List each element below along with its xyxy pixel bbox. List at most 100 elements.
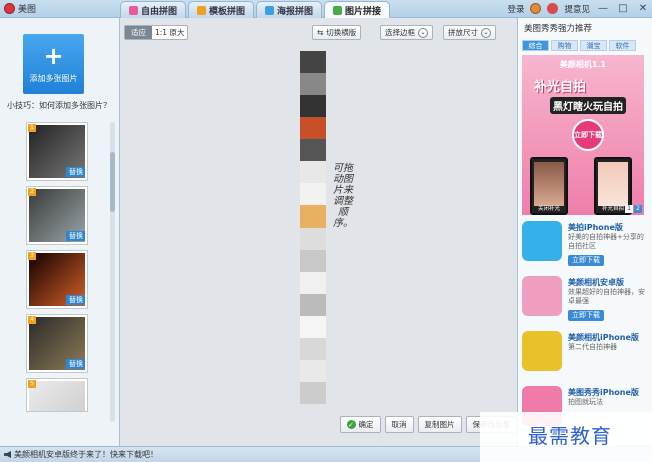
replace-button[interactable]: 替换 [66, 359, 85, 369]
download-button[interactable]: 立即下载 [568, 310, 604, 321]
poster-collage-icon [265, 5, 275, 15]
window-controls: 登录 提意见 — □ ✕ [507, 2, 650, 15]
tip-link[interactable]: 小技巧：如何添加多张图片？ [7, 100, 111, 111]
strip-segment[interactable] [300, 205, 326, 228]
replace-button[interactable]: 替换 [66, 167, 85, 177]
strip-segment[interactable] [300, 95, 326, 118]
image-thumbnail[interactable]: 4 替换 [26, 314, 88, 373]
app-title: 美图 [4, 2, 36, 15]
title-bar: 美图 自由拼图 模板拼图 海报拼图 图片拼接 登录 提意见 — □ ✕ [0, 0, 652, 18]
banner-download-button[interactable]: 立即下载 [572, 119, 604, 151]
strip-segment[interactable] [300, 183, 326, 206]
drag-hint-note: 可拖动图片来调整顺序。 [333, 163, 353, 229]
image-thumbnail[interactable]: 2 替换 [26, 186, 88, 245]
strip-segment[interactable] [300, 315, 326, 338]
login-link[interactable]: 登录 [507, 3, 524, 15]
tab-general[interactable]: 综合 [522, 40, 549, 51]
strip-segment[interactable] [300, 293, 326, 316]
strip-segment[interactable] [300, 381, 326, 404]
border-select-dropdown[interactable]: 选择边框 ⌄ [380, 25, 433, 40]
copy-image-button[interactable]: 复制图片 [417, 416, 462, 433]
plus-icon: + [43, 41, 64, 70]
banner-line2: 黑灯瞎火玩自拍 [550, 97, 626, 114]
strip-segment[interactable] [300, 271, 326, 294]
thumbnail-scrollbar[interactable] [110, 122, 115, 422]
minimize-button[interactable]: — [596, 2, 610, 15]
app-logo-icon [4, 3, 15, 14]
strip-segment[interactable] [300, 73, 326, 96]
add-images-button[interactable]: + 添加多张图片 [23, 34, 84, 94]
strip-segment[interactable] [300, 51, 326, 74]
app-title-text: 美图 [18, 5, 37, 15]
tab-shopping[interactable]: 购物 [551, 40, 578, 51]
download-button[interactable]: 立即下载 [568, 255, 604, 266]
template-collage-icon [197, 5, 207, 15]
beautycam-app-icon [522, 276, 562, 316]
strip-segment[interactable] [300, 227, 326, 250]
ok-button[interactable]: ✓ 确定 [339, 416, 381, 433]
zoom-toggle: 适应 1:1 原大 [124, 25, 189, 40]
tab-template-collage[interactable]: 模板拼图 [188, 1, 255, 18]
banner-line1: 补光自拍 [534, 80, 587, 95]
scrollbar-thumb[interactable] [110, 152, 115, 212]
thumbnail-number: 1 [28, 124, 36, 132]
replace-button[interactable]: 替换 [66, 231, 85, 241]
banner-pager: 1 2 [625, 205, 642, 213]
switch-horizontal-button[interactable]: ⇆ 切换横版 [312, 25, 362, 40]
strip-segment[interactable] [300, 249, 326, 272]
thumbnail-image [29, 381, 85, 411]
tab-poster-collage[interactable]: 海报拼图 [256, 1, 323, 18]
chevron-down-icon: ⌄ [481, 27, 491, 38]
promo-banner[interactable]: 美颜相机1.1 补光自拍 黑灯瞎火玩自拍 立即下载 关闭补光 补光自拍 1 2 [522, 55, 644, 215]
beautycam-iphone-icon [522, 331, 562, 371]
actual-size-button[interactable]: 1:1 原大 [152, 26, 187, 39]
app-promo-beautycam-iphone[interactable]: 美颜相机iPhone版 第二代自拍神器 [522, 331, 646, 379]
speaker-icon [4, 451, 11, 458]
maximize-button[interactable]: □ [616, 2, 630, 15]
add-images-label: 添加多张图片 [29, 73, 78, 83]
watermark: 最需教育 [480, 412, 652, 462]
image-thumbnail[interactable]: 1 替换 [26, 122, 88, 181]
strip-segment[interactable] [300, 117, 326, 140]
tab-free-collage[interactable]: 自由拼图 [120, 1, 187, 18]
image-thumbnail[interactable]: 3 替换 [26, 250, 88, 309]
chevron-down-icon: ⌄ [418, 27, 428, 38]
image-thumbnail[interactable]: 5 [26, 378, 88, 412]
size-select-dropdown[interactable]: 拼放尺寸 ⌄ [443, 25, 496, 40]
tab-image-stitch[interactable]: 图片拼接 [324, 1, 391, 18]
strip-segment[interactable] [300, 161, 326, 184]
close-button[interactable]: ✕ [636, 2, 650, 15]
app-promo-beautycam-android[interactable]: 美颜相机安卓版 效果超好的自拍神器，安卓最强 立即下载 [522, 276, 646, 324]
replace-button[interactable]: 替换 [66, 295, 85, 305]
strip-segment[interactable] [300, 139, 326, 162]
check-icon: ✓ [346, 420, 356, 429]
banner-heading: 美颜相机1.1 [559, 60, 607, 69]
canvas-toolbar: 适应 1:1 原大 ⇆ 切换横版 选择边框 ⌄ 拼放尺寸 ⌄ [120, 18, 517, 44]
image-stitch-icon [333, 5, 343, 15]
canvas-area: 适应 1:1 原大 ⇆ 切换横版 选择边框 ⌄ 拼放尺寸 ⌄ 可拖动图片来调整顺序。 … [120, 18, 517, 446]
recommend-title: 美图秀秀强力推荐 [524, 24, 593, 34]
thumbnail-number: 5 [28, 380, 36, 388]
feedback-icon [547, 3, 559, 14]
left-panel: + 添加多张图片 小技巧：如何添加多张图片？ 1 替换 2 替换 3 替换 4 替换 5 [0, 18, 120, 446]
status-message[interactable]: 美颜相机安卓版终于来了！快来下载吧！ [14, 447, 158, 462]
thumbnail-list: 1 替换 2 替换 3 替换 4 替换 5 [26, 122, 88, 417]
thumbnail-number: 2 [28, 188, 36, 196]
app-promo-meipai[interactable]: 美拍iPhone版 好美的自拍神器+分享的自拍社区 立即下载 [522, 221, 646, 269]
cancel-button[interactable]: 取消 [384, 416, 414, 433]
tab-software[interactable]: 软件 [609, 40, 636, 51]
tab-taobao[interactable]: 潮宝 [580, 40, 607, 51]
user-avatar-icon[interactable] [530, 3, 542, 14]
switch-icon: ⇆ [317, 28, 324, 37]
thumbnail-number: 4 [28, 316, 36, 324]
tab-bar: 自由拼图 模板拼图 海报拼图 图片拼接 [120, 1, 391, 18]
strip-segment[interactable] [300, 359, 326, 382]
strip-segment[interactable] [300, 337, 326, 360]
pager-1[interactable]: 1 [625, 205, 633, 213]
feedback-link[interactable]: 提意见 [564, 3, 590, 15]
fit-button[interactable]: 适应 [125, 26, 152, 39]
phone-image-left: 关闭补光 [530, 157, 568, 215]
free-collage-icon [129, 5, 138, 15]
stitched-image-strip[interactable] [300, 51, 326, 404]
pager-2[interactable]: 2 [634, 205, 642, 213]
